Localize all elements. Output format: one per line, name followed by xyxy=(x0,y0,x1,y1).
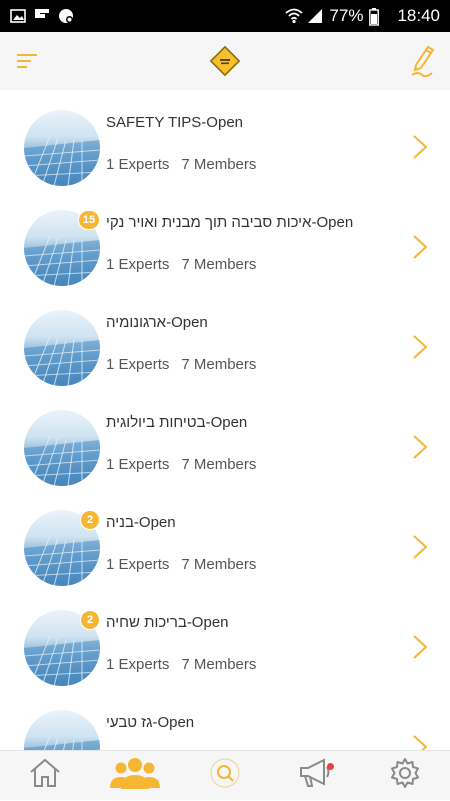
group-title: איכות סביבה תוך מבנית ואויר נקי-Open xyxy=(106,214,354,231)
group-meta: 1 Experts 7 Members xyxy=(106,456,256,473)
home-icon xyxy=(28,757,62,794)
chevron-right-icon[interactable] xyxy=(412,234,428,260)
group-title: בניה-Open xyxy=(106,514,176,531)
chat-icon xyxy=(58,8,74,24)
chevron-right-icon[interactable] xyxy=(412,734,428,750)
group-list: SAFETY TIPS-Open 1 Experts 7 Members 15 … xyxy=(0,98,450,750)
caution-sign-logo xyxy=(209,45,241,77)
list-item[interactable]: 15 איכות סביבה תוך מבנית ואויר נקי-Open … xyxy=(0,198,450,298)
battery-percent: 77% xyxy=(329,6,364,25)
group-avatar xyxy=(24,310,100,386)
battery-icon xyxy=(369,8,385,26)
list-item[interactable]: גז טבעי-Open xyxy=(0,698,450,750)
nav-search[interactable] xyxy=(180,751,270,801)
list-item[interactable]: 2 בניה-Open 1 Experts 7 Members xyxy=(0,498,450,598)
nav-home[interactable] xyxy=(0,751,90,801)
experts-count: 1 Experts xyxy=(106,556,170,573)
group-meta: 1 Experts 7 Members xyxy=(106,656,256,673)
unread-badge: 2 xyxy=(80,610,100,630)
list-item[interactable]: SAFETY TIPS-Open 1 Experts 7 Members xyxy=(0,98,450,198)
members-count: 7 Members xyxy=(181,156,257,173)
experts-count: 1 Experts xyxy=(106,156,170,173)
chevron-right-icon[interactable] xyxy=(412,434,428,460)
chevron-right-icon[interactable] xyxy=(412,334,428,360)
group-title: ארגונומיה-Open xyxy=(106,314,208,331)
unread-badge: 15 xyxy=(78,210,100,230)
chevron-right-icon[interactable] xyxy=(412,634,428,660)
experts-count: 1 Experts xyxy=(106,656,170,673)
unread-badge: 2 xyxy=(80,510,100,530)
members-count: 7 Members xyxy=(181,456,257,473)
nav-groups[interactable] xyxy=(90,751,180,801)
members-count: 7 Members xyxy=(181,556,257,573)
groups-icon xyxy=(109,755,161,796)
group-title: גז טבעי-Open xyxy=(106,714,195,731)
chevron-right-icon[interactable] xyxy=(412,134,428,160)
experts-count: 1 Experts xyxy=(106,256,170,273)
chevron-right-icon[interactable] xyxy=(412,534,428,560)
status-bar: 77% 18:40 xyxy=(0,0,450,32)
group-avatar xyxy=(24,110,100,186)
settings-icon xyxy=(388,756,422,795)
wifi-icon xyxy=(285,8,304,24)
pencil-icon[interactable] xyxy=(408,43,438,79)
top-app-bar xyxy=(0,32,450,90)
notification-dot xyxy=(327,762,334,770)
group-meta: 1 Experts 7 Members xyxy=(106,356,256,373)
group-avatar xyxy=(24,410,100,486)
group-title: בריכות שחיה-Open xyxy=(106,614,229,631)
group-title: SAFETY TIPS-Open xyxy=(106,114,243,131)
group-meta: 1 Experts 7 Members xyxy=(106,156,256,173)
menu-icon[interactable] xyxy=(12,46,42,76)
group-avatar xyxy=(24,710,100,750)
list-item[interactable]: 2 בריכות שחיה-Open 1 Experts 7 Members xyxy=(0,598,450,698)
nav-announcements[interactable] xyxy=(270,751,360,801)
clock: 18:40 xyxy=(397,6,440,25)
experts-count: 1 Experts xyxy=(106,356,170,373)
group-meta: 1 Experts 7 Members xyxy=(106,256,256,273)
nav-settings[interactable] xyxy=(360,751,450,801)
bottom-nav xyxy=(0,750,450,800)
experts-count: 1 Experts xyxy=(106,456,170,473)
members-count: 7 Members xyxy=(181,256,257,273)
megaphone-icon xyxy=(297,757,333,794)
flipboard-icon xyxy=(34,8,50,24)
group-meta: 1 Experts 7 Members xyxy=(106,556,256,573)
image-icon xyxy=(10,8,26,24)
group-title: בטיחות ביולוגית-Open xyxy=(106,414,248,431)
search-icon xyxy=(208,756,242,795)
members-count: 7 Members xyxy=(181,356,257,373)
signal-icon xyxy=(307,8,323,24)
list-item[interactable]: ארגונומיה-Open 1 Experts 7 Members xyxy=(0,298,450,398)
list-item[interactable]: בטיחות ביולוגית-Open 1 Experts 7 Members xyxy=(0,398,450,498)
members-count: 7 Members xyxy=(181,656,257,673)
